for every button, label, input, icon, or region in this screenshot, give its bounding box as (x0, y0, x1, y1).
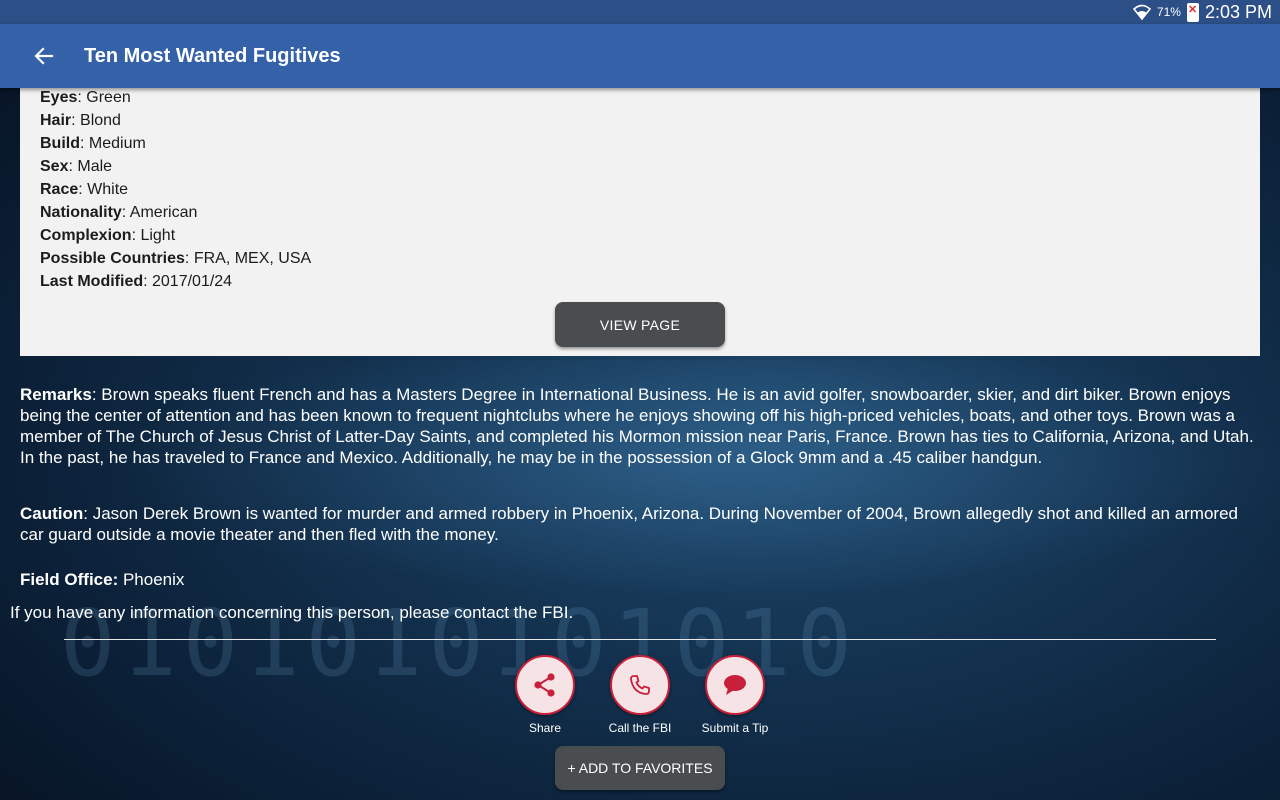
detail-label: Build (40, 135, 80, 152)
share-button[interactable]: Share (515, 655, 575, 735)
call-fbi-button[interactable]: Call the FBI (608, 655, 672, 735)
detail-row: Race: White (40, 178, 1240, 201)
tip-circle[interactable] (705, 655, 765, 715)
detail-row: Last Modified: 2017/01/24 (40, 270, 1240, 293)
detail-value: : 2017/01/24 (143, 273, 233, 290)
detail-label: Complexion (40, 227, 132, 244)
detail-label: Last Modified (40, 273, 144, 290)
detail-value: : Blond (71, 112, 121, 129)
field-office: Field Office: Phoenix (20, 569, 1260, 590)
detail-row: Complexion: Light (40, 224, 1240, 247)
contact-message: If you have any information concerning t… (10, 603, 574, 622)
detail-row: Sex: Male (40, 155, 1240, 178)
back-button[interactable] (24, 36, 64, 76)
call-circle[interactable] (610, 655, 670, 715)
detail-value: : Light (131, 227, 176, 244)
detail-value: : American (121, 204, 198, 221)
call-fbi-label: Call the FBI (608, 721, 672, 735)
details-list: Eyes: Green Hair: Blond Build: Medium Sex: … (40, 86, 1240, 293)
wifi-icon (1132, 4, 1151, 20)
detail-label: Possible Countries (40, 250, 185, 267)
view-page-button[interactable]: VIEW PAGE (555, 302, 725, 347)
detail-value: : White (78, 181, 129, 198)
remarks-label: Remarks (20, 385, 92, 404)
chat-bubble-icon (724, 675, 746, 695)
detail-label: Hair (40, 112, 72, 129)
share-icon (534, 673, 555, 697)
details-card: Eyes: Green Hair: Blond Build: Medium Sex: … (20, 88, 1260, 356)
field-office-label: Field Office: (20, 570, 119, 589)
share-circle[interactable] (515, 655, 575, 715)
battery-percent: 71% (1156, 5, 1181, 19)
detail-value: : FRA, MEX, USA (184, 250, 312, 267)
field-office-value: Phoenix (118, 570, 185, 589)
detail-label: Sex (40, 158, 69, 175)
remarks-paragraph: Remarks: Brown speaks fluent French and … (20, 384, 1260, 468)
share-label: Share (528, 721, 562, 735)
add-to-favorites-button[interactable]: + ADD TO FAVORITES (555, 746, 725, 790)
caution-label: Caution (20, 504, 84, 523)
status-time: 2:03 PM (1204, 1, 1272, 22)
submit-tip-button[interactable]: Submit a Tip (702, 655, 768, 735)
caution-text: : Jason Derek Brown is wanted for murder… (20, 504, 1238, 544)
detail-value: : Medium (80, 135, 146, 152)
detail-value: : Male (68, 158, 113, 175)
action-row: Share Call the FBI Submit a Tip (0, 655, 1280, 735)
battery-icon (1186, 2, 1199, 22)
detail-row: Eyes: Green (40, 86, 1240, 109)
detail-label: Nationality (40, 204, 122, 221)
remarks-text: : Brown speaks fluent French and has a M… (20, 385, 1254, 467)
detail-value: : Green (77, 89, 131, 106)
status-bar: 71% 2:03 PM (0, 0, 1280, 24)
detail-label: Eyes (40, 89, 78, 106)
detail-row: Possible Countries: FRA, MEX, USA (40, 247, 1240, 270)
caution-paragraph: Caution: Jason Derek Brown is wanted for… (20, 503, 1260, 545)
detail-row: Nationality: American (40, 201, 1240, 224)
detail-row: Hair: Blond (40, 109, 1240, 132)
phone-icon (630, 675, 650, 695)
arrow-left-icon (34, 47, 54, 65)
detail-label: Race (40, 181, 79, 198)
divider (64, 639, 1216, 640)
submit-tip-label: Submit a Tip (701, 721, 769, 735)
app-bar: Ten Most Wanted Fugitives (0, 24, 1280, 88)
detail-row: Build: Medium (40, 132, 1240, 155)
page-title: Ten Most Wanted Fugitives (84, 44, 341, 67)
